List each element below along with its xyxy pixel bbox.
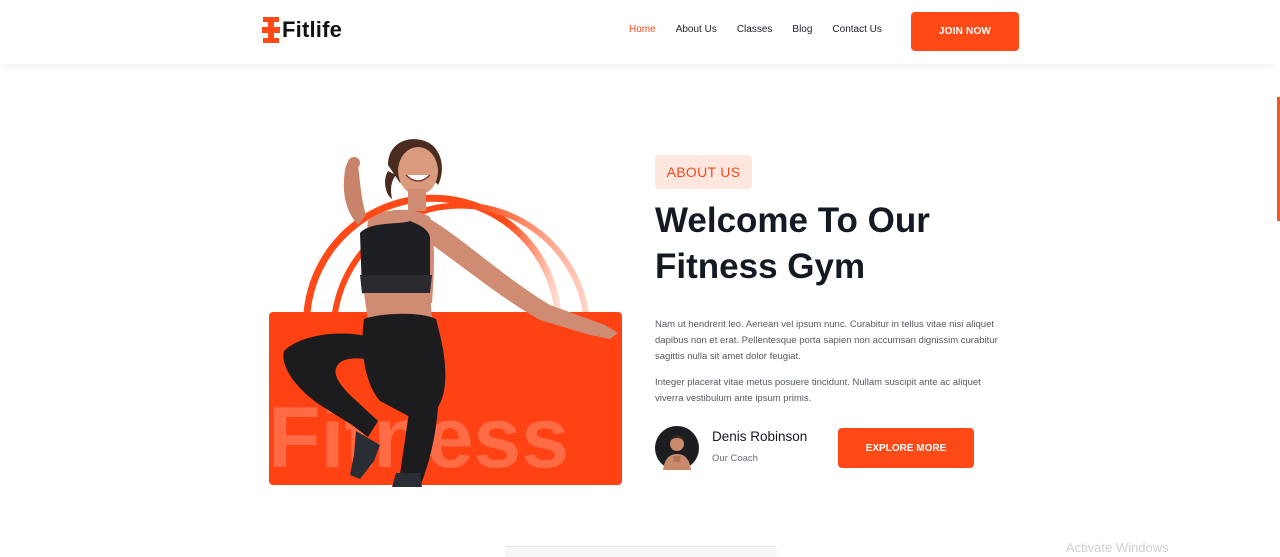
page-title-line-1: Welcome To Our: [655, 201, 930, 240]
dumbbell-icon: [262, 17, 280, 43]
avatar: [655, 426, 699, 470]
page-title: Welcome To Our Fitness Gym: [655, 198, 1015, 290]
coach-role: Our Coach: [712, 453, 758, 464]
page-scrollbar[interactable]: [1276, 0, 1280, 550]
main-nav: Home About Us Classes Blog Contact Us: [629, 24, 902, 35]
page-title-line-2: Fitness Gym: [655, 247, 866, 286]
nav-item-contact-us[interactable]: Contact Us: [832, 24, 881, 35]
nav-item-blog[interactable]: Blog: [792, 24, 812, 35]
logo[interactable]: Fitlife: [262, 17, 342, 43]
site-header: Fitlife Home About Us Classes Blog Conta…: [0, 0, 1276, 64]
activation-watermark: Activate Windows: [1066, 540, 1169, 555]
next-section-card: [505, 546, 777, 557]
secondary-paragraph: Integer placerat vitae metus posuere tin…: [655, 377, 981, 404]
explore-more-button[interactable]: EXPLORE MORE: [838, 428, 974, 468]
join-now-button[interactable]: JOIN NOW: [911, 12, 1019, 51]
nav-item-classes[interactable]: Classes: [737, 24, 773, 35]
nav-item-about-us[interactable]: About Us: [676, 24, 717, 35]
brand-name: Fitlife: [282, 17, 343, 42]
intro-paragraph: Nam ut hendrerit leo. Aenean vel ipsum n…: [655, 319, 998, 362]
about-us-badge: ABOUT US: [655, 155, 752, 189]
nav-item-home[interactable]: Home: [629, 24, 656, 35]
hero-image: Fitness: [269, 139, 622, 487]
coach-name: Denis Robinson: [712, 429, 808, 444]
